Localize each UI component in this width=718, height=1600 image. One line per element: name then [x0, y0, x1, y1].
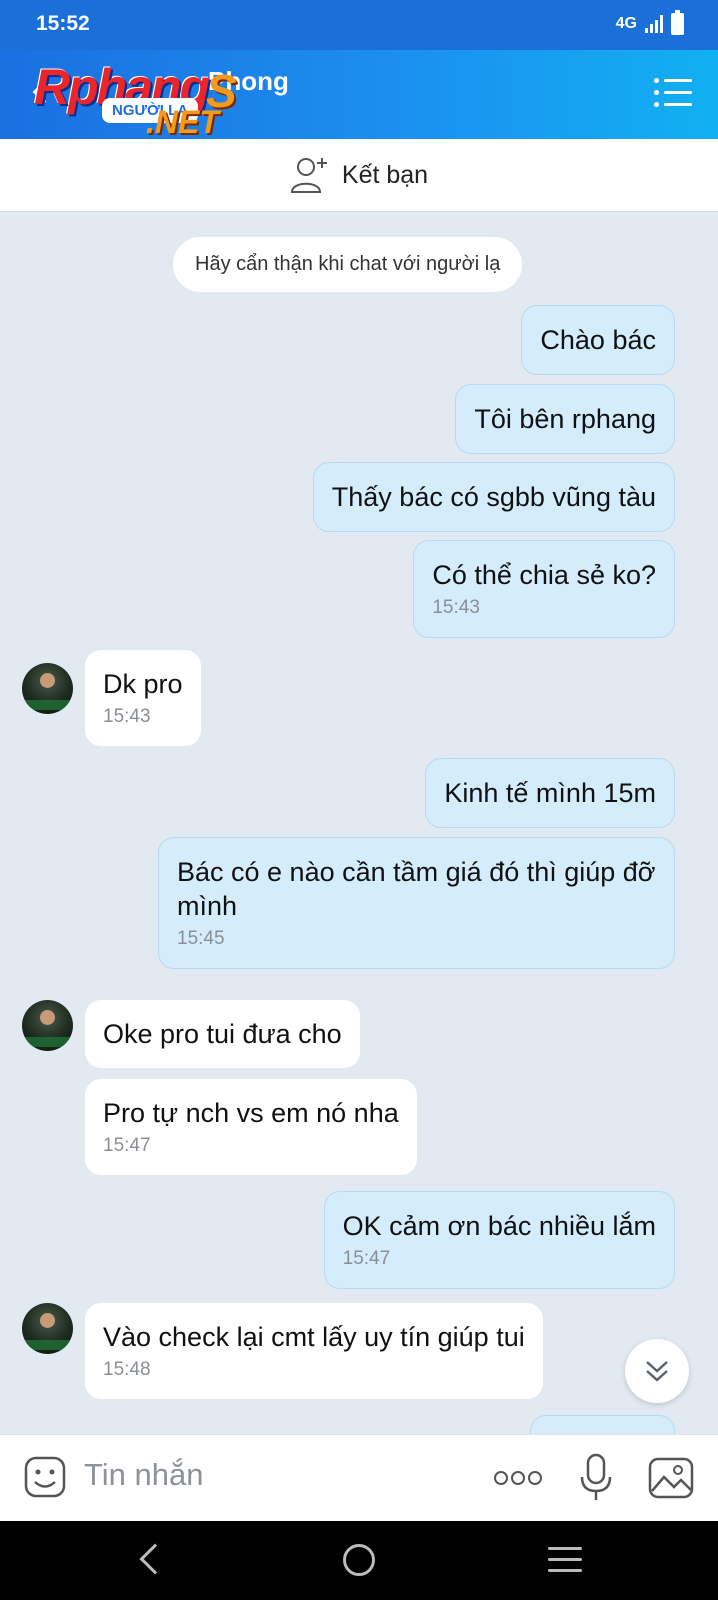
- message-bubble-partial[interactable]: [530, 1415, 675, 1434]
- mic-icon[interactable]: [578, 1453, 614, 1503]
- add-friend-label: Kết bạn: [341, 160, 429, 189]
- chat-header: Phong Rphang S NGƯỜI LẠ .NET: [0, 50, 718, 140]
- status-time: 15:52: [36, 12, 90, 35]
- system-nav-bar: [0, 1521, 718, 1600]
- nav-recent-apps-icon[interactable]: [548, 1547, 582, 1573]
- chat-area[interactable]: Hãy cẩn thận khi chat với người lạ Chào …: [0, 212, 718, 1434]
- message-text: Dk pro: [103, 669, 183, 699]
- nav-home-icon[interactable]: [343, 1544, 375, 1576]
- message-bubble[interactable]: Chào bác: [521, 305, 675, 375]
- menu-icon[interactable]: [654, 78, 692, 108]
- message-time: 15:48: [103, 1359, 151, 1380]
- message-bubble[interactable]: Bác có e nào cần tầm giá đó thì giúp đỡ …: [158, 837, 675, 969]
- add-friend-button[interactable]: Kết bạn: [0, 139, 718, 212]
- message-bubble[interactable]: Pro tự nch vs em nó nha 15:47: [85, 1079, 417, 1175]
- status-icons: 4G: [615, 10, 684, 35]
- message-bubble[interactable]: Thấy bác có sgbb vũng tàu: [312, 462, 675, 532]
- message-time: 15:43: [103, 706, 151, 727]
- message-bubble[interactable]: Dk pro 15:43: [85, 650, 201, 746]
- avatar[interactable]: [22, 663, 73, 714]
- message-input[interactable]: Tin nhắn: [84, 1457, 204, 1493]
- avatar[interactable]: [22, 1000, 73, 1051]
- message-text: OK cảm ơn bác nhiều lắm: [342, 1211, 656, 1241]
- nav-back-icon[interactable]: [139, 1543, 171, 1575]
- message-time: 15:47: [342, 1248, 391, 1269]
- status-bar: 15:52 4G: [0, 0, 718, 50]
- message-bubble[interactable]: OK cảm ơn bác nhiều lắm 15:47: [323, 1191, 675, 1289]
- safety-notice: Hãy cẩn thận khi chat với người lạ: [173, 237, 523, 292]
- watermark-logo: Rphang S NGƯỜI LẠ .NET: [34, 58, 254, 140]
- message-input-bar: Tin nhắn: [0, 1434, 718, 1521]
- message-bubble[interactable]: Có thể chia sẻ ko? 15:43: [413, 540, 675, 638]
- message-text: Tôi bên rphang: [474, 404, 656, 434]
- avatar[interactable]: [22, 1303, 73, 1354]
- message-time: 15:45: [177, 928, 225, 949]
- message-text: Pro tự nch vs em nó nha: [103, 1098, 399, 1128]
- more-icon[interactable]: [493, 1469, 543, 1487]
- sticker-icon[interactable]: [23, 1455, 67, 1499]
- message-text: Kinh tế mình 15m: [444, 778, 656, 808]
- message-text: Oke pro tui đưa cho: [103, 1019, 342, 1049]
- chevron-double-down-icon: [646, 1361, 668, 1382]
- message-time: 15:47: [103, 1135, 151, 1156]
- message-bubble[interactable]: Tôi bên rphang: [455, 384, 675, 454]
- logo-net: .NET: [146, 104, 219, 140]
- battery-icon: [671, 10, 684, 35]
- network-label: 4G: [615, 15, 637, 32]
- add-friend-icon: [290, 158, 327, 193]
- message-text: Vào check lại cmt lấy uy tín giúp tui: [103, 1322, 525, 1352]
- message-text: Thấy bác có sgbb vũng tàu: [331, 482, 656, 512]
- scroll-down-button[interactable]: [625, 1339, 689, 1403]
- message-bubble[interactable]: Oke pro tui đưa cho: [85, 1000, 360, 1068]
- message-text: Chào bác: [540, 325, 656, 355]
- message-text: Bác có e nào cần tầm giá đó thì giúp đỡ …: [177, 857, 656, 921]
- image-icon[interactable]: [648, 1457, 694, 1499]
- message-bubble[interactable]: Vào check lại cmt lấy uy tín giúp tui 15…: [85, 1303, 543, 1399]
- message-text: Có thể chia sẻ ko?: [432, 560, 656, 590]
- signal-icon: [645, 15, 663, 33]
- message-time: 15:43: [432, 597, 480, 618]
- message-bubble[interactable]: Kinh tế mình 15m: [425, 758, 675, 828]
